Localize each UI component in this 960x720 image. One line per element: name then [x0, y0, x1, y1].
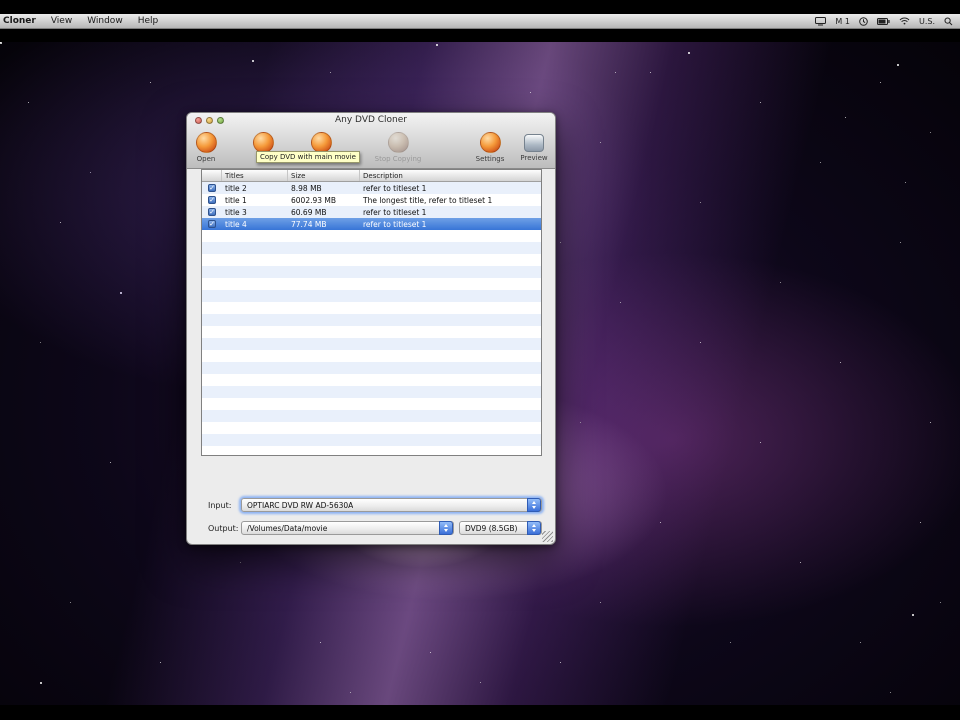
- header-description[interactable]: Description: [360, 170, 541, 181]
- menu-bar: Cloner View Window Help M 1 U.S.: [0, 14, 960, 29]
- titles-table: Titles Size Description title 2 8.98 MB …: [201, 169, 542, 456]
- row-title: title 2: [225, 183, 247, 193]
- table-header: Titles Size Description: [202, 170, 541, 182]
- window-titlebar-toolbar: Any DVD Cloner Open Stop Copying Setting…: [187, 113, 555, 169]
- starfield-bright: [0, 42, 2, 44]
- clock-icon[interactable]: [859, 16, 868, 26]
- checkbox-checked-icon[interactable]: [208, 184, 216, 192]
- app-window: Any DVD Cloner Open Stop Copying Setting…: [186, 112, 556, 545]
- output-path-select[interactable]: /Volumes/Data/movie: [241, 521, 454, 535]
- checkbox-checked-icon[interactable]: [208, 208, 216, 216]
- preview-icon: [524, 134, 544, 152]
- input-source-label[interactable]: U.S.: [919, 17, 935, 26]
- menu-bar-left: Cloner View Window Help: [0, 16, 158, 26]
- copy-dvd-icon: [310, 132, 332, 153]
- output-path-value: /Volumes/Data/movie: [247, 523, 328, 533]
- stepper-icon[interactable]: [527, 521, 541, 535]
- display-icon[interactable]: [815, 16, 827, 26]
- toolbar-settings-button[interactable]: Settings: [468, 132, 512, 163]
- table-row[interactable]: title 3 60.69 MB refer to titleset 1: [202, 206, 541, 218]
- toolbar-settings-label: Settings: [475, 155, 505, 163]
- row-description: The longest title, refer to titleset 1: [363, 195, 493, 205]
- checkbox-checked-icon[interactable]: [208, 220, 216, 228]
- toolbar-open-button[interactable]: Open: [187, 132, 225, 163]
- status-display-label[interactable]: M 1: [835, 17, 850, 26]
- toolbar-stop-copying-label: Stop Copying: [374, 155, 422, 163]
- menu-window[interactable]: Window: [87, 16, 123, 26]
- row-title: title 3: [225, 207, 247, 217]
- row-title: title 4: [225, 219, 247, 229]
- copy-main-movie-icon: [252, 132, 274, 153]
- row-description: refer to titleset 1: [363, 219, 427, 229]
- row-title: title 1: [225, 195, 247, 205]
- table-row[interactable]: title 1 6002.93 MB The longest title, re…: [202, 194, 541, 206]
- wifi-icon[interactable]: [899, 17, 910, 25]
- window-title: Any DVD Cloner: [335, 115, 407, 125]
- row-description: refer to titleset 1: [363, 183, 427, 193]
- toolbar-preview-label: Preview: [520, 154, 548, 162]
- battery-icon[interactable]: [876, 17, 890, 25]
- header-checkbox-column[interactable]: [202, 170, 222, 181]
- input-drive-value: OPTIARC DVD RW AD-5630A: [247, 500, 354, 510]
- input-label: Input:: [208, 501, 232, 510]
- row-size: 8.98 MB: [291, 183, 322, 193]
- toolbar-stop-copying-button: Stop Copying: [368, 132, 428, 163]
- stop-copying-icon: [387, 132, 409, 153]
- spotlight-icon[interactable]: [944, 17, 953, 26]
- toolbar-tooltip: Copy DVD with main movie: [256, 151, 360, 163]
- output-format-select[interactable]: DVD9 (8.5GB): [459, 521, 542, 535]
- header-size[interactable]: Size: [288, 170, 360, 181]
- stepper-icon[interactable]: [439, 521, 453, 535]
- table-row-selected[interactable]: title 4 77.74 MB refer to titleset 1: [202, 218, 541, 230]
- table-empty-rows: [202, 230, 541, 455]
- checkbox-checked-icon[interactable]: [208, 196, 216, 204]
- toolbar-preview-button[interactable]: Preview: [512, 132, 556, 162]
- table-row[interactable]: title 2 8.98 MB refer to titleset 1: [202, 182, 541, 194]
- window-resize-grip[interactable]: [542, 531, 553, 542]
- row-size: 77.74 MB: [291, 219, 327, 229]
- menu-app-name[interactable]: Cloner: [3, 16, 36, 26]
- open-icon: [195, 132, 217, 153]
- input-drive-select[interactable]: OPTIARC DVD RW AD-5630A: [241, 498, 542, 512]
- settings-gear-icon: [479, 132, 501, 153]
- row-description: refer to titleset 1: [363, 207, 427, 217]
- stepper-icon[interactable]: [527, 498, 541, 512]
- menu-view[interactable]: View: [51, 16, 72, 26]
- output-format-value: DVD9 (8.5GB): [465, 523, 518, 533]
- row-size: 6002.93 MB: [291, 195, 337, 205]
- toolbar-open-label: Open: [196, 155, 216, 163]
- row-size: 60.69 MB: [291, 207, 327, 217]
- desktop: Cloner View Window Help M 1 U.S. Any DVD…: [0, 0, 960, 720]
- menu-bar-status: M 1 U.S.: [815, 16, 960, 26]
- menu-help[interactable]: Help: [138, 16, 159, 26]
- header-titles[interactable]: Titles: [222, 170, 288, 181]
- output-label: Output:: [208, 524, 239, 533]
